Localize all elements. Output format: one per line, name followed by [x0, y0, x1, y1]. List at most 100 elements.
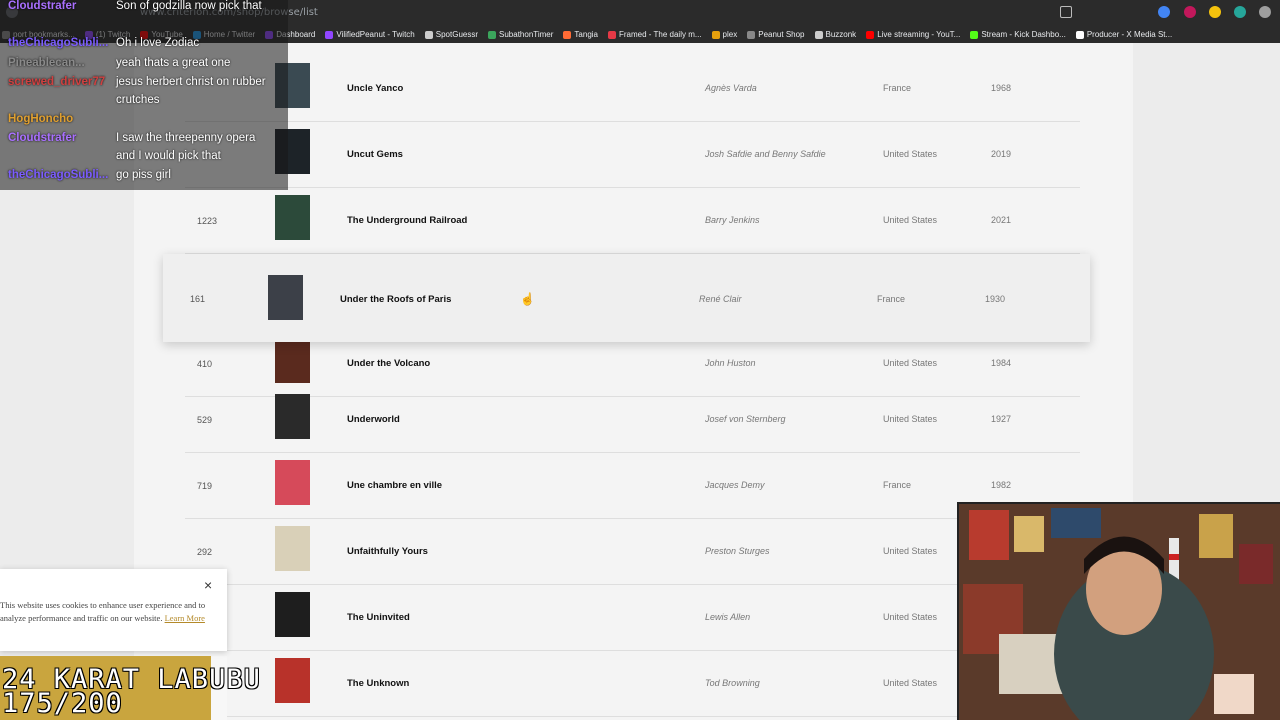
film-number: 1223	[197, 216, 218, 226]
close-icon[interactable]: ×	[204, 577, 212, 593]
bookmark-item[interactable]: Tangia	[563, 30, 598, 39]
bookmark-favicon-icon	[424, 30, 433, 39]
bookmark-label: VilifiedPeanut - Twitch	[336, 30, 415, 39]
film-poster[interactable]	[275, 195, 310, 240]
bookmark-favicon-icon	[866, 30, 875, 39]
learn-more-link[interactable]: Learn More	[165, 613, 205, 623]
film-row[interactable]: 292 Unfaithfully Yours Preston Sturges Unit…	[185, 519, 1080, 585]
cookie-banner: × This website uses cookies to enhance u…	[0, 569, 227, 651]
bookmark-item[interactable]: Live streaming - YouT...	[866, 30, 960, 39]
film-director: Lewis Allen	[705, 612, 751, 622]
bookmark-item[interactable]: SubathonTimer	[488, 30, 553, 39]
bookmark-label: Tangia	[574, 30, 598, 39]
chat-message: I saw the threepenny opera	[116, 132, 256, 144]
bookmark-item[interactable]: Producer - X Media St...	[1075, 30, 1172, 39]
bookmark-label: SubathonTimer	[499, 30, 554, 39]
film-country: United States	[883, 215, 938, 225]
film-country: United States	[883, 414, 938, 424]
chat-message: Son of godzilla now pick that	[116, 0, 262, 12]
film-year: 2021	[991, 215, 1012, 225]
film-title[interactable]: The Uninvited	[347, 612, 410, 623]
chat-username[interactable]: HogHoncho	[8, 113, 73, 125]
bookmark-item[interactable]: Peanut Shop	[747, 30, 805, 39]
film-row[interactable]: 719 Une chambre en ville Jacques Demy Franc…	[185, 453, 1080, 519]
film-poster[interactable]	[275, 526, 310, 571]
bookmark-label: Peanut Shop	[758, 30, 805, 39]
film-country: United States	[883, 358, 938, 368]
bookmark-favicon-icon	[325, 30, 334, 39]
bookmark-favicon-icon	[563, 30, 572, 39]
film-row[interactable]: Uncut Gems Josh Safdie and Benny Safdie Un…	[185, 122, 1080, 188]
film-poster[interactable]	[275, 338, 310, 383]
film-number: 161	[190, 294, 206, 304]
webcam-feed	[957, 502, 1280, 720]
film-country: France	[883, 480, 912, 490]
film-row[interactable]: Uncle Yanco Agnès Varda France 1968	[185, 56, 1080, 122]
film-director: Preston Sturges	[705, 546, 770, 556]
chat-message: yeah thats a great one	[116, 57, 231, 69]
film-year: 1930	[985, 294, 1006, 304]
film-number: 410	[197, 359, 213, 369]
film-title[interactable]: Underworld	[347, 414, 400, 425]
chat-message: go piss girl	[116, 169, 171, 181]
chat-username[interactable]: Pineablecan...	[8, 57, 85, 69]
film-title[interactable]: Uncut Gems	[347, 149, 403, 160]
film-director: John Huston	[705, 358, 756, 368]
film-poster[interactable]	[275, 658, 310, 703]
chat-message: Oh i love Zodiac	[116, 37, 200, 49]
film-director: Agnès Varda	[705, 83, 757, 93]
film-row[interactable]: The Unknown Tod Browning United States	[185, 651, 1080, 717]
film-number: 719	[197, 481, 213, 491]
extensions-puzzle-icon[interactable]	[1259, 6, 1271, 18]
bookmark-label: Buzzonk	[825, 30, 857, 39]
chat-username[interactable]: Cloudstrafer	[8, 0, 76, 12]
chat-username[interactable]: theChicagoSubli...	[8, 37, 108, 49]
chat-username[interactable]: theChicagoSubli...	[8, 169, 108, 181]
bookmark-item[interactable]: Buzzonk	[814, 30, 857, 39]
film-year: 1982	[991, 480, 1012, 490]
film-country: France	[877, 294, 906, 304]
film-director: Barry Jenkins	[705, 215, 760, 225]
film-number: 529	[197, 415, 213, 425]
chat-username[interactable]: screwed_driver77	[8, 76, 105, 88]
film-title[interactable]: Uncle Yanco	[347, 83, 403, 94]
film-country: United States	[883, 678, 938, 688]
film-title[interactable]: Unfaithfully Yours	[347, 546, 428, 557]
bookmark-label: SpotGuessr	[435, 30, 479, 39]
webcam-image	[959, 504, 1280, 720]
film-row[interactable]: 1223 The Underground Railroad Barry Jenkin…	[185, 188, 1080, 254]
film-year: 1968	[991, 83, 1012, 93]
film-row[interactable]: The Uninvited Lewis Allen United States	[185, 585, 1080, 651]
chat-message: jesus herbert christ on rubber	[116, 76, 266, 88]
film-row-hovered[interactable]: 161 Under the Roofs of Paris René Clair Fra…	[163, 254, 1090, 342]
film-poster[interactable]	[268, 275, 303, 320]
bookmark-favicon-icon	[608, 30, 616, 39]
bookmark-item[interactable]: Framed - The daily m...	[608, 30, 702, 39]
film-poster[interactable]	[275, 394, 310, 439]
film-row[interactable]: 529 Underworld Josef von Sternberg United S…	[185, 387, 1080, 453]
hand-cursor-icon: ☝	[520, 292, 535, 306]
film-title[interactable]: Under the Volcano	[347, 358, 430, 369]
extension-icon[interactable]	[1184, 6, 1196, 18]
chat-username[interactable]: Cloudstrafer	[8, 132, 76, 144]
film-poster[interactable]	[275, 592, 310, 637]
film-title[interactable]: Under the Roofs of Paris	[340, 294, 451, 305]
film-title[interactable]: Une chambre en ville	[347, 480, 442, 491]
film-year: 2019	[991, 149, 1012, 159]
film-country: United States	[883, 612, 938, 622]
film-title[interactable]: The Underground Railroad	[347, 215, 467, 226]
emoji-extension-icon[interactable]	[1209, 6, 1221, 18]
film-title[interactable]: The Unknown	[347, 678, 409, 689]
bookmark-item[interactable]: SpotGuessr	[424, 30, 479, 39]
bookmark-item[interactable]: Stream - Kick Dashbo...	[970, 30, 1066, 39]
film-year: 1984	[991, 358, 1012, 368]
bookmark-item[interactable]: VilifiedPeanut - Twitch	[325, 30, 415, 39]
bookmark-item[interactable]: plex	[711, 30, 737, 39]
film-number: 292	[197, 547, 213, 557]
film-country: United States	[883, 546, 938, 556]
bookmark-star-icon[interactable]	[1060, 6, 1072, 18]
extension-icon[interactable]	[1158, 6, 1170, 18]
bookmark-favicon-icon	[1075, 30, 1084, 39]
film-poster[interactable]	[275, 460, 310, 505]
extension-icon[interactable]	[1234, 6, 1246, 18]
